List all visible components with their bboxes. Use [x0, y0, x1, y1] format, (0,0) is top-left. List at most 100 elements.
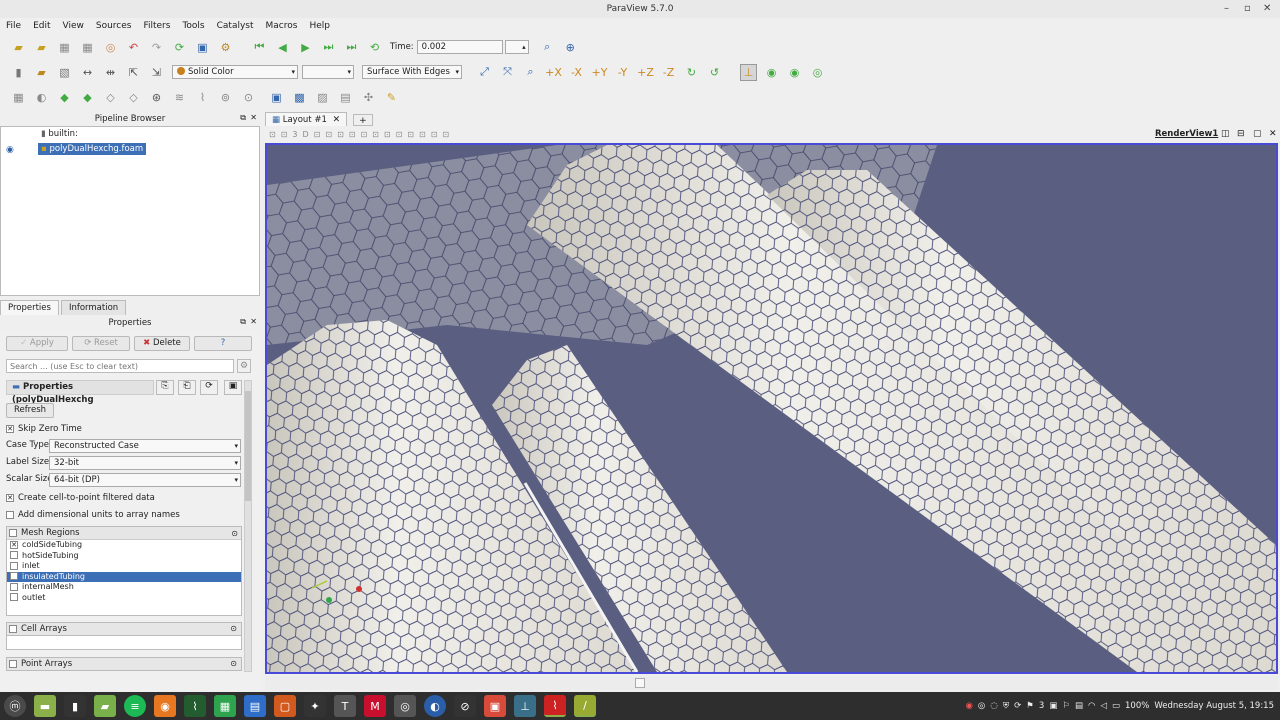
zoom-closest-icon[interactable]: ⊕ [562, 39, 579, 56]
add-units-checkbox[interactable] [6, 510, 14, 519]
spotify-icon[interactable]: ≡ [124, 695, 146, 717]
redo-icon[interactable]: ↷ [148, 39, 165, 56]
undock-icon[interactable]: ⧉ [240, 113, 246, 123]
menu-help[interactable]: Help [303, 18, 336, 34]
flag-icon[interactable]: ⚐ [1062, 701, 1070, 711]
prev-frame-icon[interactable]: ◀ [274, 39, 291, 56]
representation-select[interactable]: Surface With Edges ▾ [362, 65, 462, 79]
settings-app-icon[interactable]: ⊘ [454, 695, 476, 717]
select-cells-icon[interactable]: ▣ [268, 89, 285, 106]
tab-information[interactable]: Information [60, 300, 127, 315]
menu-edit[interactable]: Edit [27, 18, 56, 34]
maximize-view-icon[interactable]: ▢ [1253, 129, 1262, 139]
tex-icon[interactable]: T [334, 695, 356, 717]
apply-button[interactable]: ✓ Apply [6, 336, 68, 351]
reset-camera-icon[interactable]: ⤢ [476, 64, 493, 81]
reset-button[interactable]: ⟳ Reset [72, 336, 130, 351]
terminal-icon[interactable]: ▮ [64, 695, 86, 717]
menu-view[interactable]: View [57, 18, 90, 34]
point-arrays-header[interactable]: Point Arrays ⊙ [6, 657, 242, 671]
close-tab-icon[interactable]: ✕ [333, 115, 341, 125]
view-tools-icons[interactable]: ⊡⊡3D⊡⊡⊡⊡⊡⊡⊡⊡⊡⊡⊡⊡ [269, 130, 454, 139]
reset-session-icon[interactable]: ⟳ [171, 39, 188, 56]
paraview-taskbar-icon[interactable]: ⌇ [544, 695, 566, 717]
clip-icon[interactable]: ◆ [56, 89, 73, 106]
close-panel-icon[interactable]: ✕ [250, 113, 257, 122]
sync-icon[interactable]: ⟳ [1014, 701, 1021, 711]
sort-icon[interactable]: ⊙ [231, 527, 238, 540]
cell-arrays-checkbox[interactable] [9, 624, 17, 633]
wifi-icon[interactable]: ◠ [1088, 701, 1095, 711]
extract-level-icon[interactable]: ⊙ [240, 89, 257, 106]
save-state-icon[interactable]: ▦ [79, 39, 96, 56]
coloring-select[interactable]: Solid Color ▾ [172, 65, 298, 79]
paste-icon[interactable]: ⎗ [178, 380, 196, 395]
browser-icon[interactable]: ◐ [424, 695, 446, 717]
file-manager-icon[interactable]: ▰ [94, 695, 116, 717]
mesh-region-item[interactable]: ✕ coldSideTubing [7, 540, 241, 551]
ruler-icon[interactable]: ✎ [383, 89, 400, 106]
visibility-eye-icon[interactable]: ◉ [6, 145, 14, 155]
group-icon[interactable]: ⊚ [217, 89, 234, 106]
clipboard-icon[interactable]: ▤ [1075, 701, 1083, 711]
menu-tools[interactable]: Tools [176, 18, 210, 34]
record-icon[interactable]: ◉ [966, 701, 973, 711]
properties-section-header[interactable]: ▬ Properties (polyDualHexchg [6, 380, 154, 405]
inkscape-icon[interactable]: ✦ [304, 695, 326, 717]
undock-icon[interactable]: ⧉ [240, 317, 246, 327]
firefox-icon[interactable]: ◉ [154, 695, 176, 717]
sort-icon[interactable]: ⊙ [230, 623, 237, 635]
splitter-handle[interactable] [635, 678, 645, 688]
mesh-region-checkbox[interactable]: ✕ [10, 540, 18, 549]
skip-zero-time-row[interactable]: ✕ Skip Zero Time [6, 424, 82, 434]
save-data-icon[interactable]: ▦ [56, 39, 73, 56]
last-frame-icon[interactable]: ⏭ [343, 39, 360, 56]
mesh-regions-all-checkbox[interactable] [9, 528, 17, 537]
mesh-region-item[interactable]: hotSideTubing [7, 551, 241, 562]
sort-icon[interactable]: ⊙ [230, 658, 237, 670]
refresh-button[interactable]: Refresh [6, 403, 54, 418]
loop-icon[interactable]: ⟲ [366, 39, 383, 56]
tab-layout-1[interactable]: ▦ Layout #1 ✕ [265, 112, 348, 126]
time-step-spinner[interactable]: ▴ [504, 40, 529, 54]
label-size-select[interactable]: 32-bit ▾ [49, 456, 241, 470]
network-app-icon[interactable]: ⊥ [514, 695, 536, 717]
connect-icon[interactable]: ◎ [102, 39, 119, 56]
split-vertical-icon[interactable]: ⊟ [1237, 129, 1245, 139]
open-recent-icon[interactable]: ▰ [33, 39, 50, 56]
select-polygon-icon[interactable]: ▨ [314, 89, 331, 106]
case-type-select[interactable]: Reconstructed Case ▾ [49, 439, 241, 453]
save-defaults-icon[interactable]: ▣ [224, 380, 242, 395]
rescale-visible-icon[interactable]: ⇲ [148, 64, 165, 81]
render-view[interactable] [265, 143, 1278, 674]
next-frame-icon[interactable]: ⏭ [320, 39, 337, 56]
obs-icon[interactable]: ◎ [394, 695, 416, 717]
mesh-region-item[interactable]: inlet [7, 561, 241, 572]
maximize-button[interactable]: ▫ [1244, 0, 1251, 18]
mesh-region-checkbox[interactable] [10, 572, 18, 580]
open-file-icon[interactable]: ▰ [10, 39, 27, 56]
clock[interactable]: Wednesday August 5, 19:15 [1154, 701, 1274, 711]
create-c2p-row[interactable]: ✕ Create cell-to-point filtered data [6, 493, 155, 503]
rotate-cw-icon[interactable]: ↻ [683, 64, 700, 81]
camera-icon[interactable]: ▣ [194, 39, 211, 56]
rescale-custom-icon[interactable]: ⇹ [102, 64, 119, 81]
close-panel-icon[interactable]: ✕ [250, 317, 257, 326]
tab-properties[interactable]: Properties [0, 300, 59, 315]
power-icon[interactable]: ◌ [990, 701, 997, 711]
zoom-data-icon[interactable]: ⌕ [539, 39, 556, 56]
app-icon[interactable]: ▣ [484, 695, 506, 717]
menu-sources[interactable]: Sources [90, 18, 138, 34]
pipeline-item[interactable]: ▪ polyDualHexchg.foam [38, 143, 147, 155]
search-input[interactable] [6, 359, 234, 373]
component-select[interactable]: ▾ [302, 65, 354, 79]
mesh-region-item[interactable]: internalMesh [7, 582, 241, 593]
mesh-region-checkbox[interactable] [10, 551, 18, 559]
menu-filters[interactable]: Filters [137, 18, 176, 34]
view-minus-y-icon[interactable]: -Y [614, 64, 631, 81]
pick-center-icon[interactable]: ◎ [809, 64, 826, 81]
pipeline-root[interactable]: ▮ builtin: [41, 129, 78, 139]
settings-icon[interactable]: ⚙ [217, 39, 234, 56]
workspace-icon[interactable]: ⚑ [1026, 701, 1034, 711]
stream-tracer-icon[interactable]: ≋ [171, 89, 188, 106]
